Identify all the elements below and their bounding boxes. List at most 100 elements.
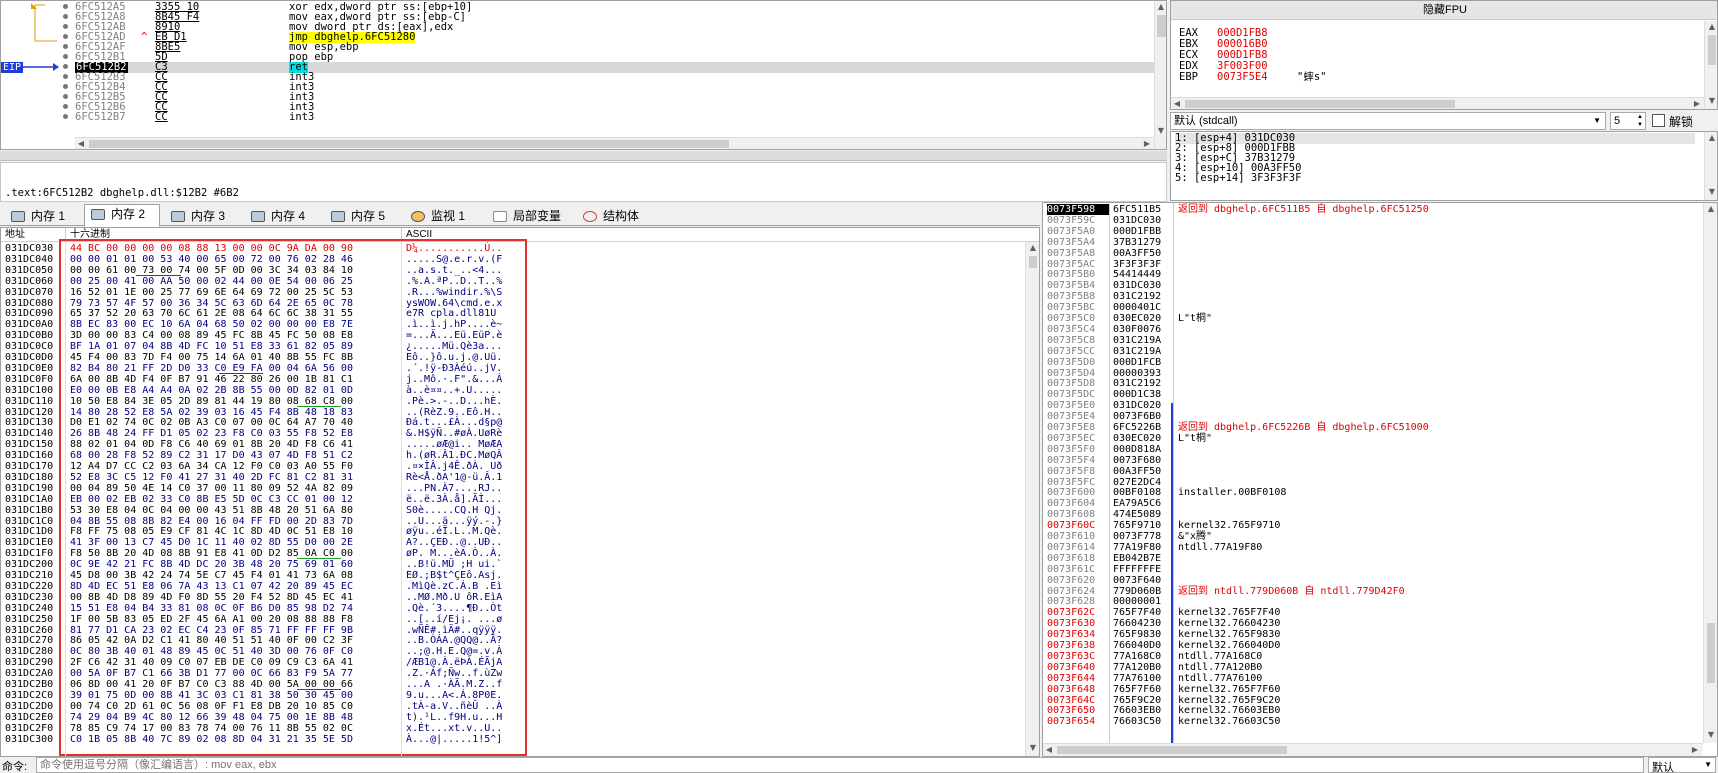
dump-vscroll[interactable]: ▲ ▼ [1025,242,1039,756]
stack-row[interactable]: 0073F640 77A120B0 ntdll.77A120B0 [1043,662,1703,673]
tab-6[interactable]: 监视 1 [404,206,482,226]
scroll-up-icon[interactable]: ▲ [1027,242,1039,254]
stack-value[interactable]: 000D1C38 [1113,389,1161,400]
stack-row[interactable]: 0073F654 76603C50 kernel32.76603C50 [1043,716,1703,727]
stack-row[interactable]: 0073F5E4 0073F6B0 [1043,411,1703,422]
tab-3[interactable]: 内存 3 [164,206,240,226]
stack-row[interactable]: 0073F60C 765F9710 kernel32.765F9710 [1043,520,1703,531]
argument-row[interactable]: 5: [esp+14] 3F3F3F3F [1175,173,1301,184]
register-value[interactable]: 0073F5E4 [1217,71,1268,83]
stack-hscroll[interactable]: ◀ ▶ [1043,743,1703,756]
stack-row[interactable]: 0073F604 EA79A5C6 [1043,498,1703,509]
stack-value[interactable]: EA79A5C6 [1113,498,1161,509]
bp-dot[interactable] [63,104,68,109]
stack-row[interactable]: 0073F630 76604230 kernel32.76604230 [1043,618,1703,629]
stack-row[interactable]: 0073F648 765F7F60 kernel32.765F7F60 [1043,684,1703,695]
memory-dump-view[interactable]: 地址 十六进制 ASCII 031DC030 44 BC 00 00 00 00 … [0,227,1040,757]
scroll-up-icon[interactable]: ▲ [1705,203,1717,215]
stack-value[interactable]: 766040D0 [1113,640,1161,651]
stack-value[interactable]: 76603C50 [1113,716,1161,727]
scroll-down-icon[interactable]: ▼ [1705,729,1717,741]
stack-row[interactable]: 0073F5A4 37B31279 [1043,237,1703,248]
scroll-left-icon[interactable]: ◀ [1043,744,1055,756]
bp-dot[interactable] [63,84,68,89]
stack-row[interactable]: 0073F59C 031DC030 [1043,215,1703,226]
stack-value[interactable]: 765F9830 [1113,629,1161,640]
stack-value[interactable]: 77A76100 [1113,673,1161,684]
tab-7[interactable]: 局部变量 [486,206,572,226]
bp-dot[interactable] [63,4,68,9]
hide-fpu-button[interactable]: 隐藏FPU [1171,1,1717,20]
stack-row[interactable]: 0073F5C8 031C219A [1043,335,1703,346]
stack-view[interactable]: 0073F598 6FC511B5 返回到 dbghelp.6FC511B5 自 d… [1042,202,1718,757]
stack-value[interactable]: 030EC020 [1113,433,1161,444]
stack-row[interactable]: 0073F5AC 3F3F3F3F [1043,259,1703,270]
stack-value[interactable]: 6FC511B5 [1113,204,1161,215]
stack-row[interactable]: 0073F5EC 030EC020 L"t桐" [1043,433,1703,444]
stack-value[interactable]: 031C219A [1113,335,1161,346]
stack-value[interactable]: 76603EB0 [1113,705,1161,716]
stack-value[interactable]: 77A120B0 [1113,662,1161,673]
stack-value[interactable]: 031C2192 [1113,378,1161,389]
stack-value[interactable]: 54414449 [1113,269,1161,280]
scroll-thumb[interactable] [1185,100,1455,108]
stack-row[interactable]: 0073F64C 765F9C20 kernel32.765F9C20 [1043,695,1703,706]
stack-row[interactable]: 0073F5C4 030F0076 [1043,324,1703,335]
scroll-down-icon[interactable]: ▼ [1706,95,1717,107]
tab-1[interactable]: 内存 1 [4,206,80,226]
stack-row[interactable]: 0073F5F4 0073F680 [1043,455,1703,466]
stack-value[interactable]: 030F0076 [1113,324,1161,335]
stack-value[interactable]: 027E2DC4 [1113,477,1161,488]
stack-row[interactable]: 0073F5D8 031C2192 [1043,378,1703,389]
bp-dot[interactable] [63,54,68,59]
bp-dot[interactable] [63,44,68,49]
scroll-left-icon[interactable]: ◀ [1171,98,1183,109]
scroll-right-icon[interactable]: ▶ [1691,98,1703,109]
stack-row[interactable]: 0073F5A8 00A3FF50 [1043,248,1703,259]
stack-value[interactable]: 765F9710 [1113,520,1161,531]
stack-value[interactable]: EB042B7E [1113,553,1161,564]
stack-value[interactable]: 000D818A [1113,444,1161,455]
stack-row[interactable]: 0073F5E8 6FC5226B 返回到 dbghelp.6FC5226B 自 d… [1043,422,1703,433]
stack-value[interactable]: 00BF0108 [1113,487,1161,498]
unlock-checkbox[interactable] [1652,114,1665,127]
scroll-down-icon[interactable]: ▼ [1155,125,1166,137]
stack-value[interactable]: 0073F6B0 [1113,411,1161,422]
stack-row[interactable]: 0073F5A0 000D1FBB [1043,226,1703,237]
stack-row[interactable]: 0073F5B4 031DC030 [1043,280,1703,291]
stack-row[interactable]: 0073F5FC 027E2DC4 [1043,477,1703,488]
stack-value[interactable]: 031C219A [1113,346,1161,357]
stack-value[interactable]: 031DC020 [1113,400,1161,411]
calling-convention-select[interactable]: 默认 (stdcall) ▼ [1170,112,1606,130]
command-mode-select[interactable]: 默认 ▼ [1648,757,1716,773]
stack-row[interactable]: 0073F634 765F9830 kernel32.765F9830 [1043,629,1703,640]
stack-value[interactable]: 031DC030 [1113,280,1161,291]
scroll-up-icon[interactable]: ▲ [1155,1,1166,13]
stack-value[interactable]: 3F3F3F3F [1113,259,1161,270]
stack-value[interactable]: 000D1FCB [1113,357,1161,368]
stack-value[interactable]: 765F9C20 [1113,695,1161,706]
scroll-thumb[interactable] [1057,746,1287,754]
stack-value[interactable]: FFFFFFFE [1113,564,1161,575]
stack-value[interactable]: 0073F680 [1113,455,1161,466]
stack-row[interactable]: 0073F63C 77A168C0 ntdll.77A168C0 [1043,651,1703,662]
bp-dot[interactable] [63,34,68,39]
stack-value[interactable]: 6FC5226B [1113,422,1161,433]
tab-4[interactable]: 内存 4 [244,206,320,226]
args-vscroll[interactable]: ▲ ▼ [1704,132,1717,200]
command-input[interactable] [36,757,1644,773]
stack-row[interactable]: 0073F650 76603EB0 kernel32.76603EB0 [1043,705,1703,716]
scroll-down-icon[interactable]: ▼ [1027,742,1039,754]
stack-row[interactable]: 0073F624 779D060B 返回到 ntdll.779D060B 自 ntd… [1043,586,1703,597]
stack-row[interactable]: 0073F620 0073F640 [1043,575,1703,586]
stack-row[interactable]: 0073F5B0 54414449 [1043,269,1703,280]
bp-dot[interactable] [63,94,68,99]
scroll-right-icon[interactable]: ▶ [1141,138,1153,149]
stack-row[interactable]: 0073F618 EB042B7E [1043,553,1703,564]
registers-view[interactable]: 隐藏FPU EAX 000D1FB8 EBX 000016B0 ECX 000D1FB8 E… [1170,0,1718,110]
stack-row[interactable]: 0073F5D0 000D1FCB [1043,357,1703,368]
scroll-right-icon[interactable]: ▶ [1689,744,1701,756]
disasm-row[interactable]: 6FC512B7 CC int3 [75,112,1155,123]
stack-row[interactable]: 0073F5D4 00000393 [1043,368,1703,379]
stack-value[interactable]: 77A19F80 [1113,542,1161,553]
